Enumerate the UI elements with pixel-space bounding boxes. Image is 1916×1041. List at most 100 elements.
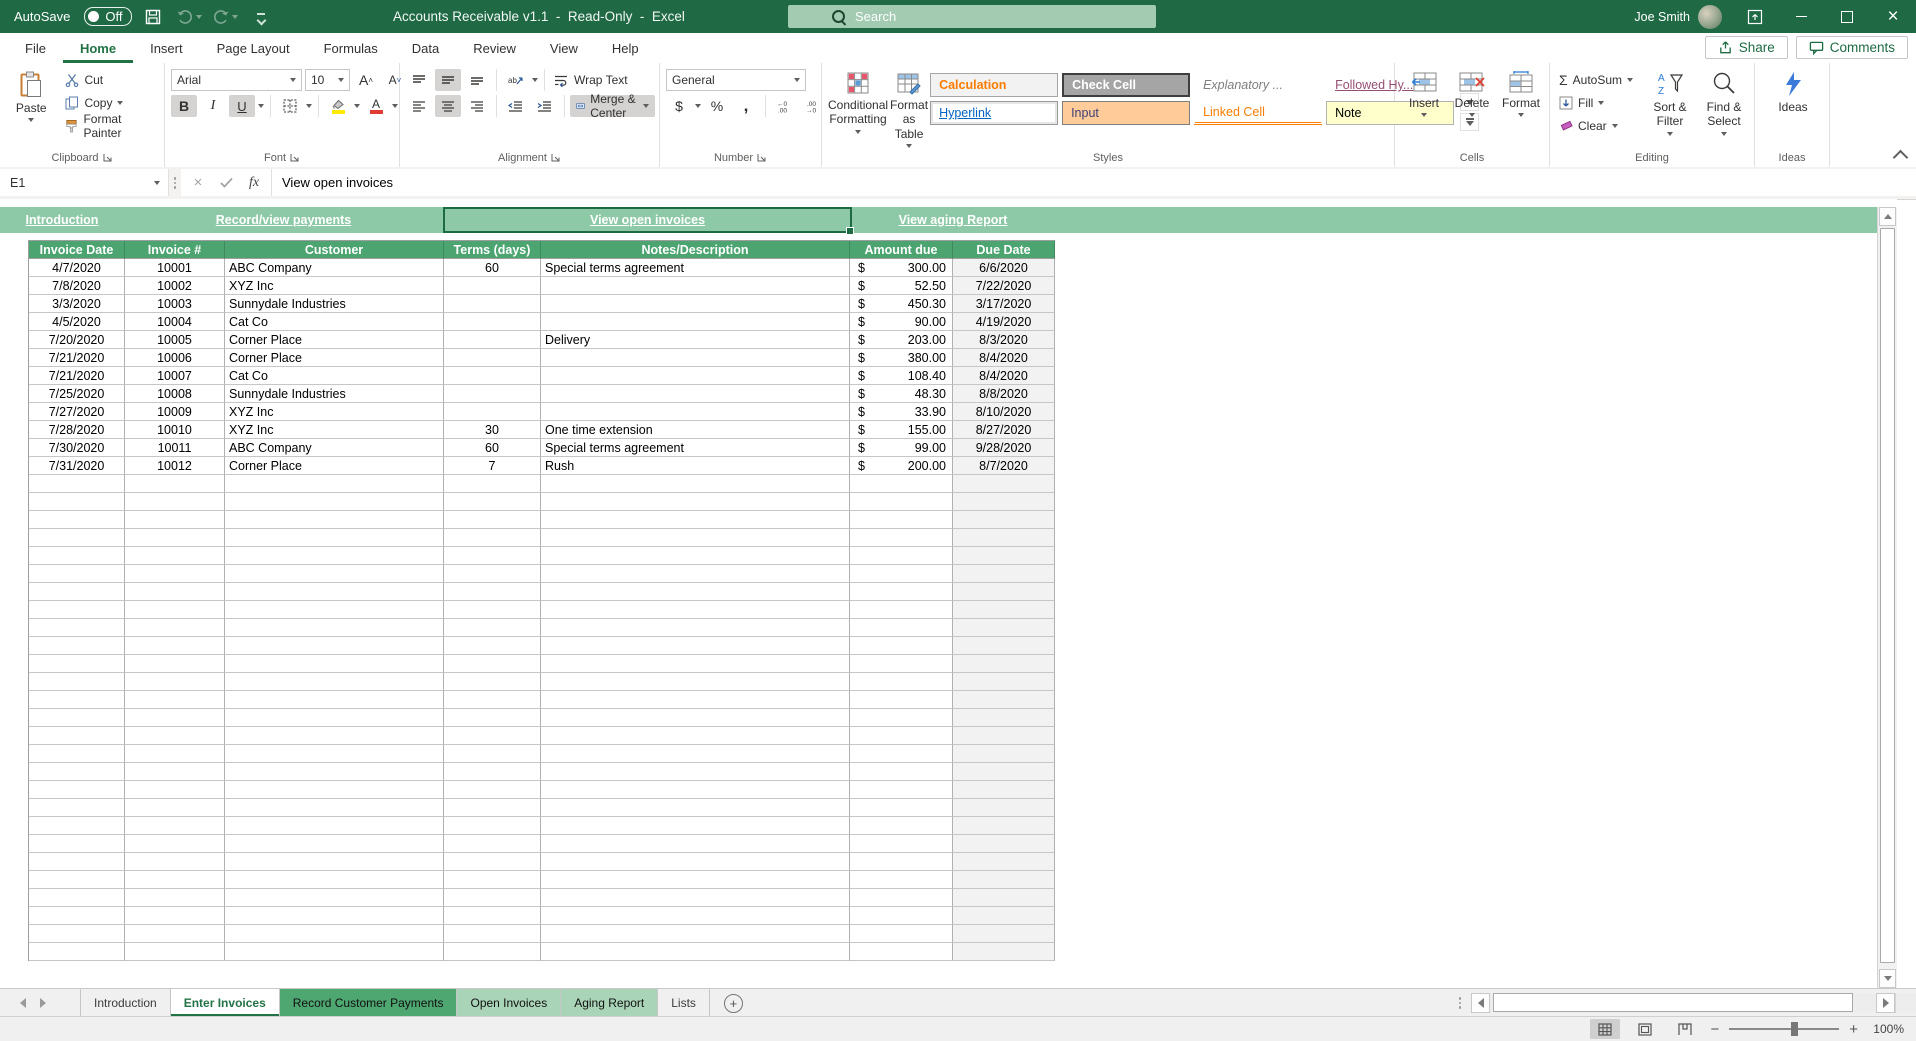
cell-date[interactable]: 7/28/2020 (29, 421, 125, 439)
cell-due[interactable] (953, 763, 1055, 781)
cell-customer[interactable] (225, 673, 444, 691)
cell-invoice-number[interactable] (125, 601, 225, 619)
cell-invoice-number[interactable]: 10007 (125, 367, 225, 385)
cell-customer[interactable] (225, 817, 444, 835)
cell-due[interactable] (953, 601, 1055, 619)
cell-date[interactable] (29, 547, 125, 565)
cell-amount[interactable] (850, 475, 953, 493)
cell-date[interactable]: 7/27/2020 (29, 403, 125, 421)
align-left-button[interactable] (406, 95, 432, 117)
increase-font-size-button[interactable]: A˄ (353, 69, 379, 91)
search-box[interactable]: Search (788, 5, 1156, 28)
sheet-tab-aging-report[interactable]: Aging Report (561, 989, 658, 1017)
page-break-preview-button[interactable] (1670, 1019, 1700, 1039)
cell-notes[interactable] (541, 313, 850, 331)
cell-terms[interactable] (444, 583, 541, 601)
cell-notes[interactable] (541, 349, 850, 367)
cell-terms[interactable] (444, 673, 541, 691)
nav-link-view-aging-report[interactable]: View aging Report (899, 213, 1008, 227)
cell-notes[interactable] (541, 475, 850, 493)
cell-date[interactable]: 4/5/2020 (29, 313, 125, 331)
middle-align-button[interactable] (435, 69, 461, 91)
cell-amount[interactable] (850, 781, 953, 799)
format-painter-button[interactable]: Format Painter (62, 115, 160, 137)
scroll-up-button[interactable] (1879, 207, 1896, 226)
cell-terms[interactable] (444, 853, 541, 871)
cell-terms[interactable] (444, 817, 541, 835)
cell-due[interactable]: 8/3/2020 (953, 331, 1055, 349)
cell-customer[interactable] (225, 889, 444, 907)
ribbon-tab-file[interactable]: File (8, 33, 63, 63)
collapse-ribbon-button[interactable] (1893, 150, 1909, 166)
cell-notes[interactable] (541, 709, 850, 727)
cell-amount[interactable] (850, 529, 953, 547)
cell-notes[interactable] (541, 403, 850, 421)
cell-amount[interactable] (850, 889, 953, 907)
next-sheet-button[interactable] (40, 998, 46, 1008)
cell-style-input[interactable]: Input (1062, 101, 1190, 125)
cell-due[interactable] (953, 889, 1055, 907)
cell-amount[interactable] (850, 871, 953, 889)
clear-button[interactable]: Clear (1556, 115, 1636, 137)
cell-date[interactable] (29, 637, 125, 655)
cell-terms[interactable] (444, 313, 541, 331)
cell-amount[interactable] (850, 619, 953, 637)
cell-amount[interactable] (850, 817, 953, 835)
cell-amount[interactable] (850, 943, 953, 961)
cell-invoice-number[interactable]: 10004 (125, 313, 225, 331)
cell-date[interactable]: 7/20/2020 (29, 331, 125, 349)
cell-notes[interactable] (541, 277, 850, 295)
cell-notes[interactable] (541, 763, 850, 781)
cell-invoice-number[interactable] (125, 817, 225, 835)
cell-terms[interactable]: 30 (444, 421, 541, 439)
cell-amount[interactable]: $380.00 (850, 349, 953, 367)
cell-customer[interactable] (225, 529, 444, 547)
zoom-level[interactable]: 100% (1868, 1022, 1904, 1036)
cell-invoice-number[interactable] (125, 907, 225, 925)
cell-notes[interactable] (541, 817, 850, 835)
cell-invoice-number[interactable] (125, 763, 225, 781)
cell-date[interactable] (29, 619, 125, 637)
cell-terms[interactable] (444, 799, 541, 817)
cell-style-hyperlink[interactable]: Hyperlink (930, 101, 1058, 125)
cell-invoice-number[interactable] (125, 583, 225, 601)
number-dialog-launcher[interactable] (757, 153, 767, 163)
ribbon-tab-view[interactable]: View (533, 33, 595, 63)
cell-style-linked-cell[interactable]: Linked Cell (1194, 101, 1322, 125)
customize-quick-access-button[interactable] (246, 0, 276, 33)
vertical-scrollbar[interactable] (1877, 207, 1897, 988)
formula-bar-splitter[interactable] (169, 167, 181, 199)
cell-due[interactable] (953, 619, 1055, 637)
ribbon-tab-help[interactable]: Help (595, 33, 656, 63)
font-color-button[interactable]: A (363, 95, 389, 117)
cell-terms[interactable] (444, 295, 541, 313)
cell-terms[interactable] (444, 547, 541, 565)
font-size-select[interactable]: 10 (305, 69, 350, 91)
cell-amount[interactable] (850, 637, 953, 655)
cell-terms[interactable] (444, 601, 541, 619)
cell-notes[interactable] (541, 781, 850, 799)
cell-date[interactable] (29, 601, 125, 619)
cell-invoice-number[interactable]: 10002 (125, 277, 225, 295)
cell-style-calculation[interactable]: Calculation (930, 73, 1058, 97)
minimize-button[interactable] (1778, 0, 1824, 33)
cell-terms[interactable] (444, 493, 541, 511)
cell-amount[interactable]: $48.30 (850, 385, 953, 403)
nav-cell-view-aging-report[interactable]: View aging Report (852, 207, 1054, 233)
cell-invoice-number[interactable] (125, 637, 225, 655)
cell-invoice-number[interactable] (125, 565, 225, 583)
ribbon-tab-home[interactable]: Home (63, 33, 133, 63)
sheet-tab-lists[interactable]: Lists (658, 989, 710, 1017)
cell-notes[interactable] (541, 835, 850, 853)
cell-date[interactable] (29, 763, 125, 781)
cell-notes[interactable] (541, 727, 850, 745)
formula-input[interactable]: View open invoices (271, 169, 1916, 196)
cell-amount[interactable] (850, 709, 953, 727)
cell-invoice-number[interactable]: 10012 (125, 457, 225, 475)
cell-date[interactable]: 7/8/2020 (29, 277, 125, 295)
underline-button[interactable]: U (229, 95, 255, 117)
cell-style-check-cell[interactable]: Check Cell (1062, 73, 1190, 97)
comments-button[interactable]: Comments (1796, 36, 1908, 59)
cell-notes[interactable] (541, 529, 850, 547)
cell-invoice-number[interactable] (125, 655, 225, 673)
